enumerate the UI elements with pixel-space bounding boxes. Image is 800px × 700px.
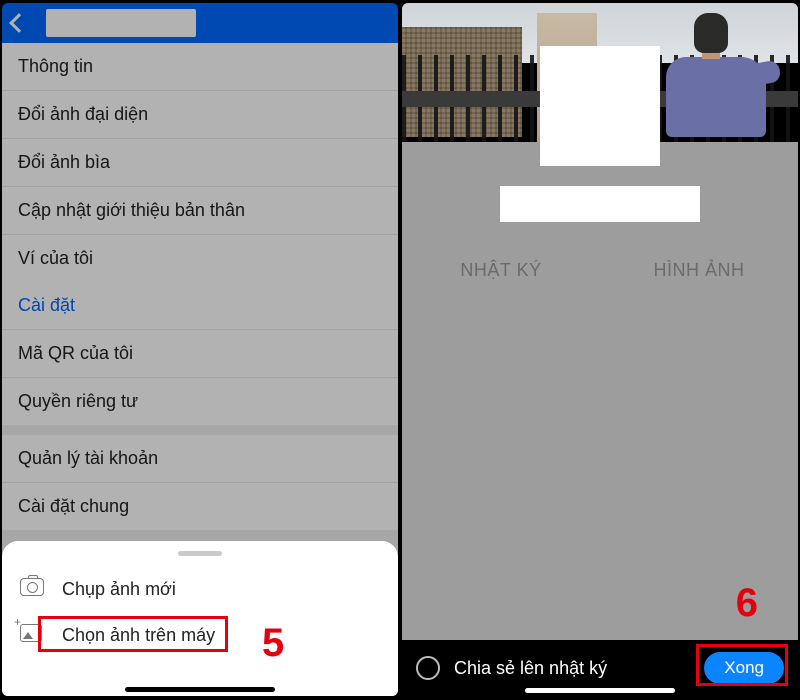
menu-update-bio[interactable]: Cập nhật giới thiệu bản thân <box>2 187 398 235</box>
share-label: Chia sẻ lên nhật ký <box>454 658 607 679</box>
profile-tabs: NHẬT KÝ HÌNH ẢNH <box>402 250 798 291</box>
display-name-redacted <box>500 186 700 222</box>
menu-info[interactable]: Thông tin <box>2 43 398 91</box>
sheet-take-photo[interactable]: Chụp ảnh mới <box>2 566 398 612</box>
settings-list-2: Cài đặt Mã QR của tôi Quyền riêng tư <box>2 282 398 425</box>
menu-my-qr[interactable]: Mã QR của tôi <box>2 330 398 378</box>
avatar-redacted[interactable] <box>540 46 660 166</box>
home-indicator[interactable] <box>125 687 275 692</box>
menu-privacy[interactable]: Quyền riêng tư <box>2 378 398 425</box>
menu-wallet[interactable]: Ví của tôi <box>2 235 398 282</box>
tab-photos[interactable]: HÌNH ẢNH <box>600 250 798 291</box>
sheet-grabber[interactable] <box>178 551 222 556</box>
menu-manage-account[interactable]: Quản lý tài khoản <box>2 435 398 483</box>
tab-diary[interactable]: NHẬT KÝ <box>402 250 600 291</box>
share-radio[interactable] <box>416 656 440 680</box>
menu-change-avatar[interactable]: Đổi ảnh đại diện <box>2 91 398 139</box>
highlight-box-6 <box>696 644 788 686</box>
nav-header <box>2 3 398 43</box>
home-indicator[interactable] <box>525 688 675 693</box>
step-5-label: 5 <box>262 621 284 666</box>
settings-list: Thông tin Đổi ảnh đại diện Đổi ảnh bìa C… <box>2 43 398 282</box>
cover-person <box>644 13 774 133</box>
group-divider <box>2 425 398 435</box>
header-title-redacted <box>46 9 196 37</box>
camera-icon <box>20 578 46 600</box>
step-6-label: 6 <box>736 581 758 626</box>
photo-action-sheet: Chụp ảnh mới Chọn ảnh trên máy 5 <box>2 541 398 696</box>
menu-general-settings[interactable]: Cài đặt chung <box>2 483 398 530</box>
settings-screen: Thông tin Đổi ảnh đại diện Đổi ảnh bìa C… <box>2 3 398 696</box>
sheet-choose-photo[interactable]: Chọn ảnh trên máy <box>2 612 398 658</box>
back-icon[interactable] <box>9 13 29 33</box>
profile-screen: NHẬT KÝ HÌNH ẢNH 6 Chia sẻ lên nhật ký X… <box>402 3 798 696</box>
profile-body: NHẬT KÝ HÌNH ẢNH 6 <box>402 142 798 640</box>
sheet-take-photo-label: Chụp ảnh mới <box>62 579 176 600</box>
highlight-box-5 <box>38 616 228 652</box>
menu-settings[interactable]: Cài đặt <box>2 282 398 330</box>
settings-list-3: Quản lý tài khoản Cài đặt chung <box>2 435 398 530</box>
menu-change-cover[interactable]: Đổi ảnh bìa <box>2 139 398 187</box>
